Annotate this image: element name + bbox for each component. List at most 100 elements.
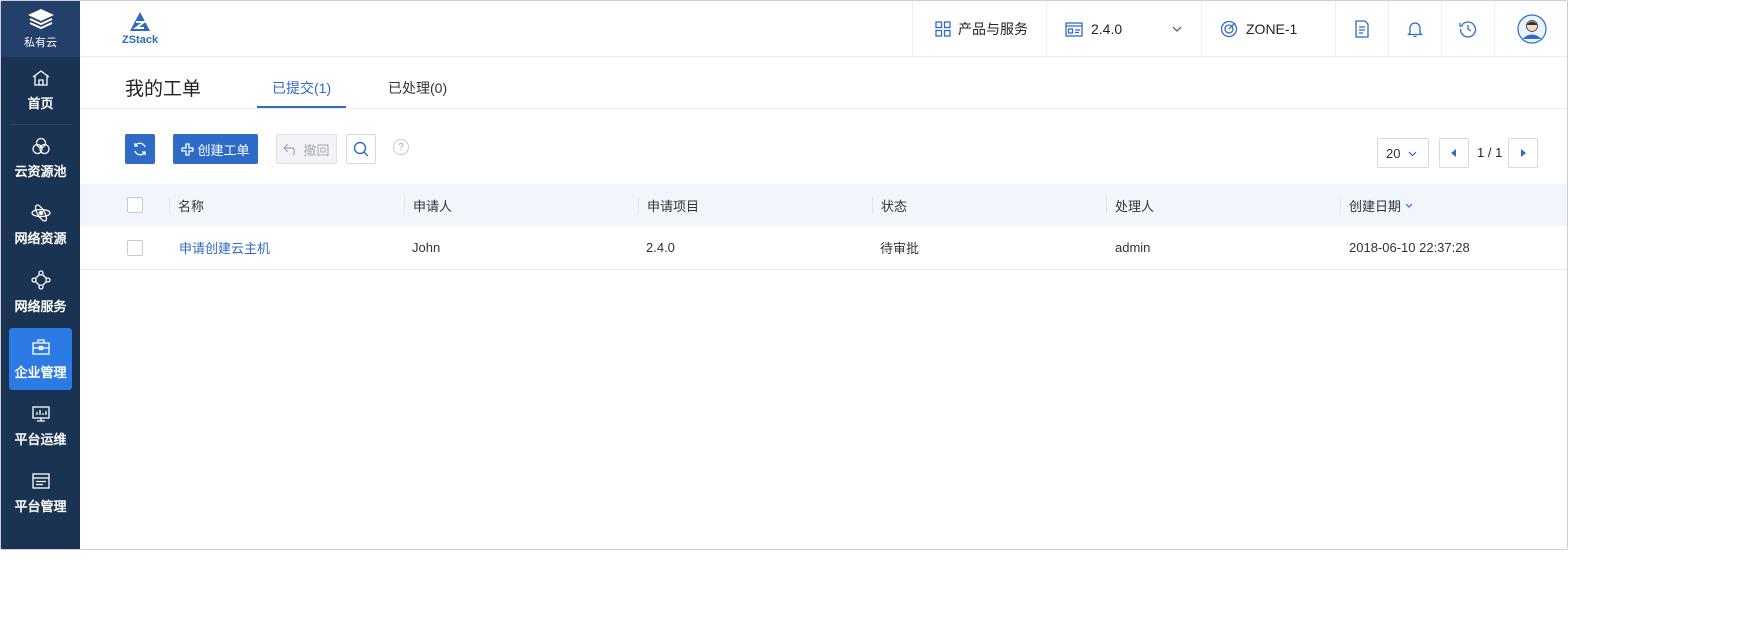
grid-icon [935, 21, 951, 37]
layers-icon [27, 9, 54, 30]
column-header-created-sort[interactable]: 创建日期 [1349, 184, 1413, 226]
row-checkbox[interactable] [127, 239, 143, 256]
tabs-divider [80, 108, 1567, 109]
active-tab-indicator [257, 106, 346, 108]
document-icon [1355, 20, 1369, 38]
page-title: 我的工单 [125, 79, 202, 100]
sidebar-item-label: 平台管理 [14, 499, 67, 514]
column-header-project[interactable]: 申请项目 [647, 184, 699, 226]
bell-icon [1407, 22, 1423, 38]
caret-left-icon [1451, 149, 1456, 157]
network-resource-icon [30, 204, 51, 222]
zstack-logo-icon [130, 12, 151, 31]
handler-cell: admin [1115, 240, 1151, 255]
version-selector[interactable]: 2.4.0 [1046, 1, 1201, 57]
sidebar-item-label: 网络资源 [14, 231, 67, 246]
column-divider [872, 197, 873, 213]
search-button[interactable] [346, 134, 376, 164]
search-icon [353, 141, 369, 157]
brand-label: 私有云 [24, 37, 57, 49]
column-divider [1106, 197, 1107, 213]
sidebar-item-label: 云资源池 [14, 164, 67, 179]
sidebar-item-label: 企业管理 [14, 364, 67, 380]
help-glyph: ? [398, 141, 404, 153]
chevron-down-icon [1172, 26, 1182, 32]
project-cell: 2.4.0 [646, 240, 675, 255]
select-all-checkbox[interactable] [127, 197, 143, 213]
status-cell: 待审批 [880, 241, 920, 256]
refresh-icon [134, 142, 146, 156]
sidebar-item-ops[interactable]: 平台运维 [1, 393, 80, 460]
platform-manage-icon [31, 473, 50, 489]
sort-chevron-down-icon [1405, 203, 1413, 208]
sidebar-item-label: 网络服务 [14, 299, 67, 314]
zstack-logo[interactable]: ZStack [122, 11, 158, 46]
column-divider [404, 197, 405, 213]
version-label: 2.4.0 [1091, 21, 1123, 37]
notifications-button[interactable] [1388, 1, 1441, 57]
column-divider [169, 197, 170, 213]
tab-submitted[interactable]: 已提交(1) [272, 78, 331, 98]
user-menu[interactable] [1494, 1, 1567, 57]
refresh-button[interactable] [125, 134, 155, 164]
docs-button[interactable] [1335, 1, 1388, 57]
table-row[interactable]: 申请创建云主机 John 2.4.0 待审批 admin 2018-06-10 … [80, 226, 1567, 270]
column-header-applicant[interactable]: 申请人 [413, 184, 452, 226]
main-content: 我的工单 已提交(1) 已处理(0) 创建工单 撤回 ? 20 1 / 1 名称… [80, 58, 1567, 549]
chevron-down-icon [1408, 151, 1417, 157]
sidebar-item-home[interactable]: 首页 [1, 57, 80, 124]
plus-icon [181, 142, 195, 156]
version-card-icon [1065, 21, 1083, 37]
zone-selector[interactable]: ZONE-1 [1201, 1, 1335, 57]
page-size-select[interactable]: 20 [1377, 138, 1429, 168]
column-header-name[interactable]: 名称 [178, 184, 204, 226]
home-icon [32, 70, 49, 86]
history-button[interactable] [1441, 1, 1494, 57]
column-header-handler[interactable]: 处理人 [1115, 184, 1154, 226]
column-divider [1340, 197, 1341, 213]
column-divider [638, 197, 639, 213]
column-header-status[interactable]: 状态 [881, 184, 907, 226]
avatar [1517, 14, 1547, 44]
tab-processed[interactable]: 已处理(0) [388, 78, 447, 98]
applicant-cell: John [412, 240, 441, 255]
sidebar-item-enterprise[interactable]: 企业管理 [9, 328, 72, 390]
sidebar: 私有云 首页 云资源池 网络资源 网络服务 企业管理 平台运维 平台管理 [1, 1, 80, 549]
network-service-icon [30, 270, 51, 290]
undo-icon [283, 143, 296, 156]
select-all-cell [127, 184, 143, 226]
enterprise-icon [31, 338, 50, 355]
products-menu[interactable]: 产品与服务 [912, 1, 1046, 57]
sidebar-item-platform-manage[interactable]: 平台管理 [1, 460, 80, 527]
table-header: 名称 申请人 申请项目 状态 处理人 创建日期 [80, 184, 1567, 226]
products-label: 产品与服务 [958, 21, 1028, 37]
next-page-button[interactable] [1508, 138, 1538, 168]
sidebar-item-network-resource[interactable]: 网络资源 [1, 192, 80, 259]
monitor-icon [31, 406, 50, 422]
prev-page-button[interactable] [1439, 138, 1469, 168]
help-icon[interactable]: ? [393, 139, 409, 155]
create-ticket-label: 创建工单 [197, 142, 250, 158]
zone-label: ZONE-1 [1246, 21, 1298, 37]
ticket-name-link[interactable]: 申请创建云主机 [179, 226, 270, 269]
revoke-label: 撤回 [303, 142, 330, 158]
resource-pool-icon [31, 137, 50, 155]
page-indicator: 1 / 1 [1477, 145, 1503, 160]
sidebar-item-label: 首页 [27, 96, 54, 111]
app-window: 私有云 首页 云资源池 网络资源 网络服务 企业管理 平台运维 平台管理 ZSt… [0, 0, 1568, 550]
sidebar-item-network-service[interactable]: 网络服务 [1, 259, 80, 326]
revoke-button[interactable]: 撤回 [276, 134, 337, 164]
top-header: ZStack 产品与服务 2.4.0 ZONE-1 [80, 1, 1567, 57]
logo-text: ZStack [122, 34, 159, 46]
row-select-cell [127, 226, 143, 269]
zone-target-icon [1220, 20, 1238, 38]
column-header-created: 创建日期 [1349, 198, 1402, 214]
sidebar-item-resource-pool[interactable]: 云资源池 [1, 125, 80, 192]
create-ticket-button[interactable]: 创建工单 [173, 134, 258, 164]
sidebar-item-label: 平台运维 [14, 432, 67, 447]
brand-switcher[interactable]: 私有云 [1, 1, 80, 57]
caret-right-icon [1521, 149, 1526, 157]
created-date-cell: 2018-06-10 22:37:28 [1349, 240, 1470, 255]
history-clock-icon [1459, 21, 1477, 38]
page-size-value: 20 [1386, 145, 1401, 161]
